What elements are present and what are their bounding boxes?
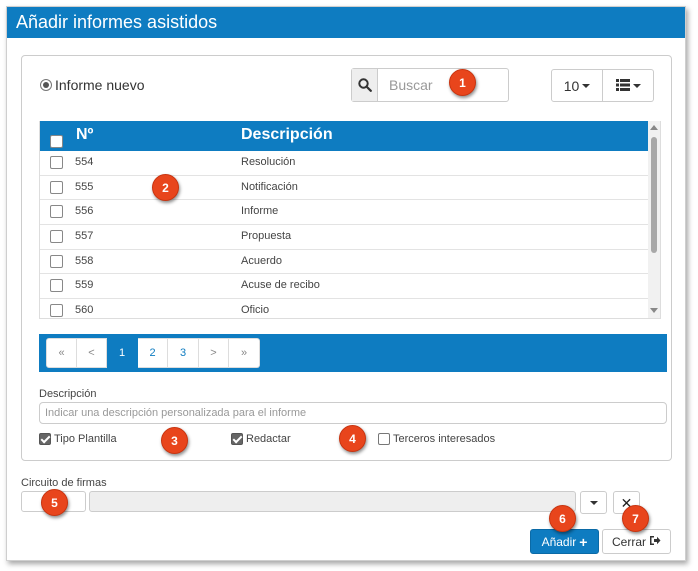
row-checkbox[interactable] [50, 254, 63, 268]
chevron-down-icon [632, 83, 641, 88]
exit-icon [649, 535, 661, 549]
tipo-plantilla-label: Tipo Plantilla [54, 433, 117, 445]
row-description: Resolución [241, 156, 296, 168]
page-size-button[interactable]: 10 [551, 69, 603, 102]
select-all-checkbox[interactable] [50, 135, 63, 148]
row-number: 555 [75, 180, 94, 193]
search-icon [352, 69, 378, 101]
row-description: Oficio [241, 304, 270, 317]
scroll-down-arrow[interactable] [650, 308, 658, 313]
row-number: 554 [75, 156, 94, 168]
table-row[interactable]: 558 Acuerdo [40, 250, 652, 275]
pagination: « < 1 2 3 > » [46, 338, 260, 368]
redactar-option[interactable]: Redactar [231, 433, 291, 445]
callout-badge-1: 1 [449, 69, 476, 96]
pagination-bar: « < 1 2 3 > » [39, 334, 667, 372]
close-button-label: Cerrar [611, 534, 646, 549]
table-row[interactable]: 554 Resolución [40, 151, 652, 176]
row-number: 556 [75, 205, 94, 218]
reports-panel: Informe nuevo 10 Nº De [21, 55, 672, 461]
callout-badge-2: 2 [152, 174, 179, 201]
column-header-number: Nº [76, 126, 94, 143]
row-checkbox[interactable] [50, 304, 63, 318]
callout-badge-3: 3 [161, 427, 188, 454]
callout-badge-4: 4 [339, 425, 366, 452]
new-report-radio[interactable] [40, 79, 52, 91]
signature-circuit-field[interactable] [89, 491, 576, 512]
page-size-value: 10 [563, 77, 580, 94]
reports-table: Nº Descripción 554 Resolución 555 Notifica… [39, 121, 661, 319]
row-checkbox[interactable] [50, 156, 63, 169]
page-1-button[interactable]: 1 [107, 338, 138, 368]
signature-circuit-dropdown-button[interactable] [580, 491, 607, 514]
scroll-up-arrow[interactable] [650, 125, 658, 130]
row-checkbox[interactable] [50, 279, 63, 293]
row-checkbox[interactable] [50, 205, 63, 219]
description-label: Descripción [39, 388, 97, 400]
new-report-label: Informe nuevo [55, 77, 145, 93]
row-number: 558 [75, 254, 94, 267]
row-number: 557 [75, 230, 94, 243]
new-report-option[interactable]: Informe nuevo [40, 77, 145, 93]
columns-button[interactable] [603, 69, 654, 102]
terceros-checkbox[interactable] [378, 433, 390, 445]
add-reports-dialog: Añadir informes asistidos Informe nuevo … [6, 6, 686, 561]
row-number: 560 [75, 304, 94, 317]
page-last-button[interactable]: » [229, 338, 260, 368]
row-checkbox[interactable] [50, 180, 63, 194]
row-description: Notificación [241, 180, 298, 193]
column-header-description: Descripción [241, 126, 333, 143]
signature-circuit-label: Circuito de firmas [21, 477, 107, 489]
table-header: Nº Descripción [40, 121, 660, 151]
table-row[interactable]: 559 Acuse de recibo [40, 274, 652, 300]
table-scrollbar[interactable] [648, 121, 660, 318]
dialog-title: Añadir informes asistidos [7, 7, 685, 38]
search-input[interactable] [378, 69, 506, 101]
redactar-label: Redactar [246, 433, 291, 445]
list-icon [615, 78, 630, 94]
table-row[interactable]: 557 Propuesta [40, 225, 652, 250]
page-next-button[interactable]: > [199, 338, 229, 368]
chevron-down-icon [582, 83, 591, 88]
tipo-plantilla-checkbox[interactable] [39, 433, 51, 445]
callout-badge-7: 7 [622, 505, 649, 532]
page-prev-button[interactable]: < [77, 338, 107, 368]
table-toolbar: 10 [551, 69, 654, 102]
redactar-checkbox[interactable] [231, 433, 243, 445]
callout-badge-6: 6 [549, 505, 576, 532]
table-row[interactable]: 560 Oficio [40, 299, 652, 318]
search-box [351, 68, 509, 102]
chevron-down-icon [589, 500, 598, 505]
row-checkbox[interactable] [50, 230, 63, 244]
row-description: Acuse de recibo [241, 279, 320, 292]
add-button[interactable]: Añadir + [530, 529, 599, 554]
tipo-plantilla-option[interactable]: Tipo Plantilla [39, 433, 117, 445]
add-button-label: Añadir [541, 534, 577, 549]
close-button[interactable]: Cerrar [602, 529, 671, 554]
terceros-option[interactable]: Terceros interesados [378, 433, 495, 445]
callout-badge-5: 5 [41, 489, 68, 516]
description-input[interactable] [39, 402, 667, 424]
table-row[interactable]: 556 Informe [40, 200, 652, 226]
table-row[interactable]: 555 Notificación [40, 176, 652, 201]
row-description: Propuesta [241, 230, 292, 243]
row-description: Acuerdo [241, 254, 282, 267]
page-first-button[interactable]: « [46, 338, 77, 368]
row-description: Informe [241, 205, 279, 218]
page-3-button[interactable]: 3 [168, 338, 199, 368]
plus-icon: + [579, 533, 588, 550]
row-number: 559 [75, 279, 94, 292]
scroll-thumb[interactable] [651, 137, 657, 253]
page-2-button[interactable]: 2 [138, 338, 168, 368]
terceros-label: Terceros interesados [393, 433, 496, 445]
